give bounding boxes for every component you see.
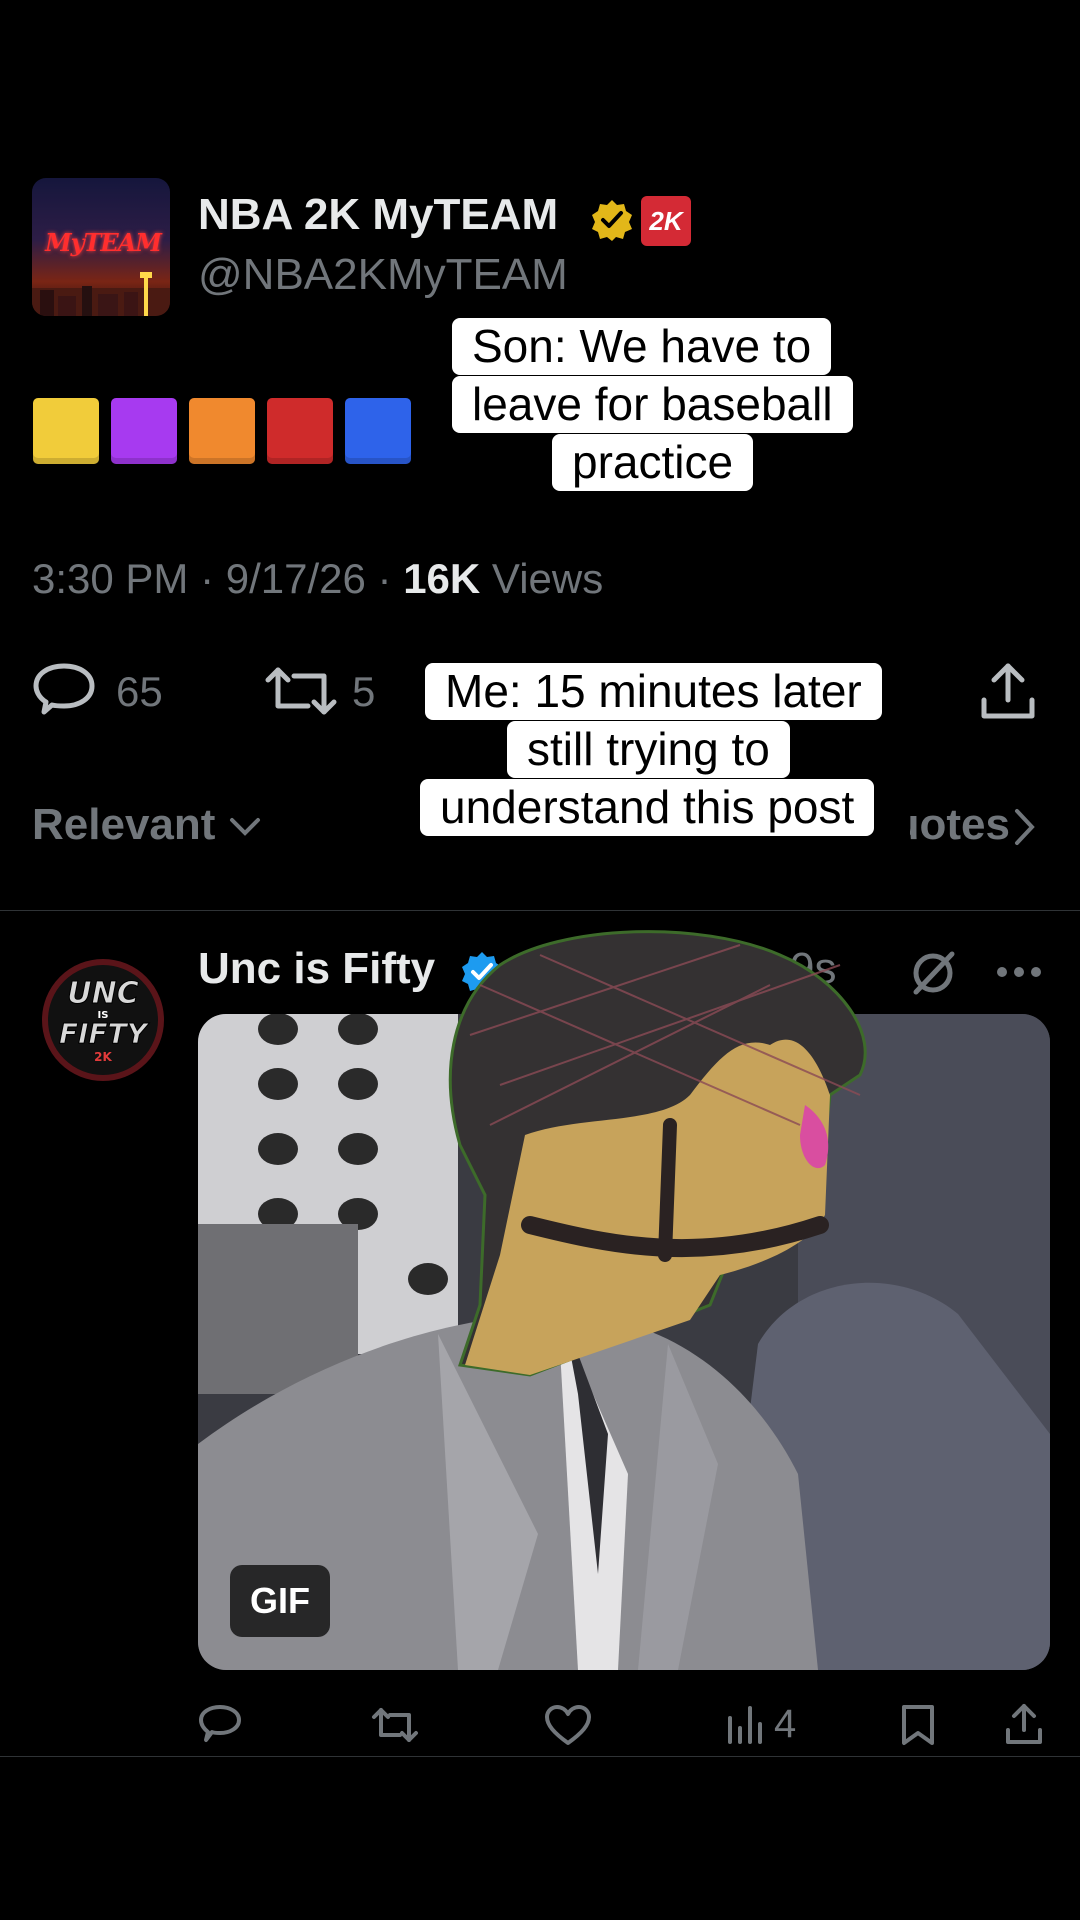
gif-label-badge: GIF xyxy=(230,1565,330,1637)
divider xyxy=(0,1756,1080,1757)
reply-icon[interactable] xyxy=(198,1704,242,1746)
chevron-down-icon xyxy=(229,818,260,837)
avatar-fifty-text: FIFTY xyxy=(59,1017,150,1050)
mask-overlay-graphic xyxy=(448,930,867,1377)
sort-label: Relevant xyxy=(32,800,216,849)
verified-gold-icon xyxy=(592,200,632,241)
repost-count: 5 xyxy=(352,668,376,715)
caption-son-line3: practice xyxy=(552,434,754,491)
caption-me-line2: still trying to xyxy=(507,721,790,778)
views-count: 16K xyxy=(403,555,481,602)
blue-square xyxy=(345,398,411,464)
red-square xyxy=(267,398,333,464)
2k-affiliate-badge[interactable]: 2K xyxy=(641,196,691,246)
reply-views-count: 4 xyxy=(774,1702,797,1746)
avatar-unc-text: UNC xyxy=(67,976,138,1011)
caption-son-line1: Son: We have to xyxy=(452,318,832,375)
tweet-time: 3:30 PM · 9/17/26 · xyxy=(32,555,404,602)
grok-icon[interactable] xyxy=(908,948,958,998)
repost-icon[interactable] xyxy=(370,1705,420,1745)
skyline-graphic xyxy=(32,272,170,316)
avatar-unc-is-fifty[interactable]: UNC IS FIFTY 2K xyxy=(38,955,168,1085)
share-icon[interactable] xyxy=(1004,1702,1044,1746)
purple-square xyxy=(111,398,177,464)
divider xyxy=(0,910,1080,911)
more-options-icon[interactable] xyxy=(994,962,1044,982)
views-chart-icon[interactable] xyxy=(726,1704,766,1746)
reply-display-name[interactable]: Unc is Fifty xyxy=(198,944,435,994)
repost-icon[interactable] xyxy=(262,662,340,720)
views-label: Views xyxy=(480,555,604,602)
share-icon[interactable] xyxy=(978,660,1038,724)
caption-me-line3: understand this post xyxy=(420,779,875,836)
like-heart-icon[interactable] xyxy=(544,1705,592,1747)
bookmark-icon[interactable] xyxy=(900,1703,936,1747)
author-handle[interactable]: @NBA2KMyTEAM xyxy=(198,250,568,300)
quotes-label: Quotes xyxy=(910,800,1010,849)
avatar-logo-text: MyTEAM xyxy=(45,228,162,257)
avatar-nba2kmyteam[interactable]: MyTEAM xyxy=(32,178,170,316)
avatar-2k-text: 2K xyxy=(94,1050,112,1064)
quotes-link[interactable]: Quotes xyxy=(910,800,1010,856)
author-display-name[interactable]: NBA 2K MyTEAM xyxy=(198,190,558,240)
reply-count: 65 xyxy=(116,668,163,715)
orange-square xyxy=(189,398,255,464)
caption-son-line2: leave for baseball xyxy=(452,376,853,433)
chevron-right-icon[interactable] xyxy=(1012,806,1038,848)
sort-dropdown[interactable]: Relevant xyxy=(32,800,262,850)
caption-me-line1: Me: 15 minutes later xyxy=(425,663,882,720)
yellow-square xyxy=(33,398,99,464)
reply-icon[interactable] xyxy=(32,662,96,722)
tweet-timestamp-views: 3:30 PM · 9/17/26 · 16K Views xyxy=(32,555,603,603)
